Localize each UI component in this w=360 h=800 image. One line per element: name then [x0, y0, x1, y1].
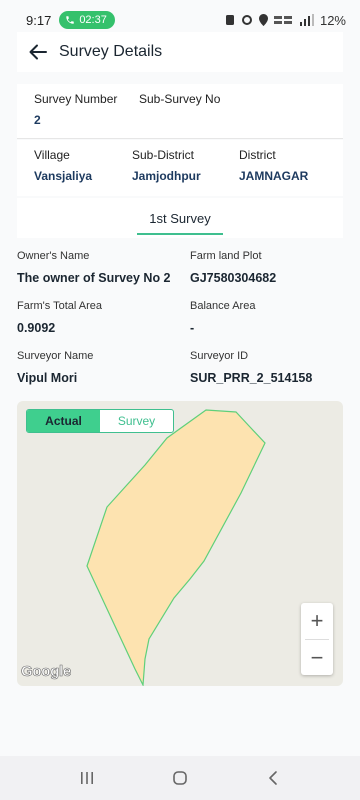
parcel-map[interactable]: Actual Survey + − Google — [17, 401, 343, 686]
survey-number-field: Survey Number 2 — [34, 92, 139, 127]
sub-district-field: Sub-District Jamjodhpur — [132, 148, 201, 183]
toggle-survey[interactable]: Survey — [100, 410, 173, 432]
home-button[interactable] — [160, 758, 200, 798]
survey-tabs: 1st Survey — [17, 198, 343, 238]
village-label: Village — [34, 148, 70, 162]
owner-field: Owner's Name The owner of Survey No 2 — [17, 250, 171, 285]
signal-icon — [299, 14, 314, 26]
total-area-value: 0.9092 — [17, 321, 56, 335]
owner-label: Owner's Name — [17, 250, 90, 262]
phone-icon — [66, 16, 75, 24]
battery-level: 12% — [319, 12, 346, 28]
home-icon — [173, 771, 187, 785]
plot-label: Farm land Plot — [190, 250, 262, 262]
ongoing-call-pill[interactable]: 02:37 — [59, 11, 115, 29]
page-title: Survey Details — [59, 43, 163, 60]
total-area-label: Farm's Total Area — [17, 300, 103, 312]
sub-survey-label: Sub-Survey No — [139, 92, 221, 106]
district-label: District — [239, 148, 276, 162]
balance-area-field: Balance Area - — [190, 300, 255, 335]
surveyor-name-value: Vipul Mori — [17, 371, 78, 385]
status-icons: 12% — [225, 13, 346, 28]
google-logo: Google — [21, 663, 72, 681]
notification-icon — [225, 15, 234, 25]
village-value: Vansjaliya — [34, 169, 93, 183]
call-duration: 02:37 — [79, 14, 107, 26]
district-field: District JAMNAGAR — [239, 148, 308, 183]
back-nav-button[interactable] — [253, 758, 293, 798]
survey-number-card: Survey Number 2 Sub-Survey No — [17, 84, 343, 138]
location-icon — [258, 14, 268, 26]
zoom-in-button[interactable]: + — [301, 603, 333, 639]
survey-number-value: 2 — [34, 113, 41, 127]
settings-icon — [241, 15, 252, 25]
divider — [17, 138, 343, 139]
chevron-left-icon — [269, 771, 278, 785]
recent-apps-button[interactable] — [67, 758, 107, 798]
plot-field: Farm land Plot GJ7580304682 — [190, 250, 276, 285]
recent-apps-icon — [80, 772, 93, 784]
survey-number-label: Survey Number — [34, 92, 118, 106]
total-area-field: Farm's Total Area 0.9092 — [17, 300, 102, 335]
surveyor-id-field: Surveyor ID SUR_PRR_2_514158 — [190, 350, 312, 385]
district-value: JAMNAGAR — [239, 169, 309, 183]
sub-survey-field: Sub-Survey No — [139, 92, 220, 127]
network-icon — [273, 16, 292, 24]
surveyor-name-field: Surveyor Name Vipul Mori — [17, 350, 93, 385]
zoom-controls: + − — [301, 603, 333, 675]
surveyor-id-value: SUR_PRR_2_514158 — [190, 371, 313, 385]
active-tab-indicator — [137, 233, 223, 235]
system-nav-bar — [0, 756, 360, 800]
parcel-polygon — [86, 409, 266, 686]
status-time: 9:17 — [26, 12, 52, 28]
balance-area-label: Balance Area — [190, 300, 256, 312]
sub-district-label: Sub-District — [132, 148, 195, 162]
surveyor-name-label: Surveyor Name — [17, 350, 94, 362]
balance-area-value: - — [190, 321, 195, 335]
arrow-left-icon — [29, 44, 47, 60]
owner-value: The owner of Survey No 2 — [17, 271, 171, 285]
zoom-out-button[interactable]: − — [301, 640, 333, 676]
back-button[interactable] — [23, 37, 53, 67]
map-view-toggle: Actual Survey — [26, 409, 174, 433]
location-card: Village Vansjaliya Sub-District Jamjodhp… — [17, 140, 343, 196]
tab-1st-survey[interactable]: 1st Survey — [137, 198, 223, 238]
plot-value: GJ7580304682 — [190, 271, 277, 285]
toggle-actual[interactable]: Actual — [27, 410, 100, 432]
app-header: Survey Details — [17, 32, 343, 72]
surveyor-id-label: Surveyor ID — [190, 350, 249, 362]
village-field: Village Vansjaliya — [34, 148, 92, 183]
sub-district-value: Jamjodhpur — [132, 169, 201, 183]
